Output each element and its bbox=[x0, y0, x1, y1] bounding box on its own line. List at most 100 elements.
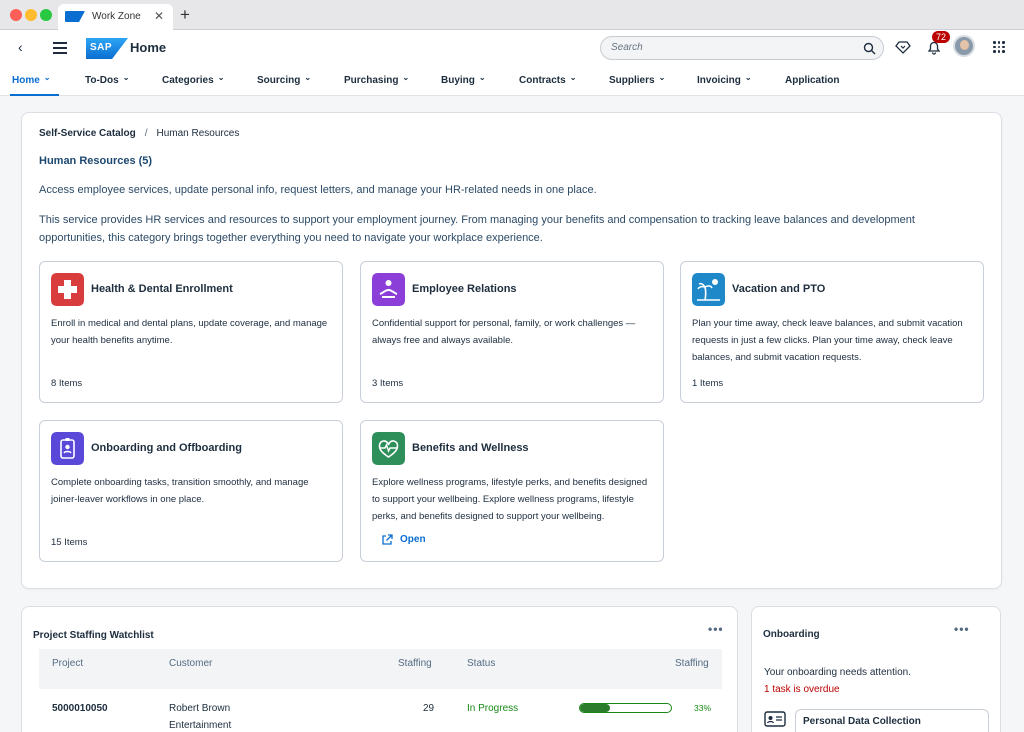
open-external-icon[interactable] bbox=[381, 534, 393, 546]
service-item-count: 1 Items bbox=[692, 378, 724, 389]
chevron-down-icon: ⌄ bbox=[658, 73, 666, 82]
column-header-customer[interactable]: Customer bbox=[169, 658, 212, 669]
column-header-project[interactable]: Project bbox=[52, 658, 83, 669]
service-description: Confidential support for personal, famil… bbox=[372, 318, 636, 346]
staffing-progress-bar bbox=[579, 703, 672, 713]
id-card-icon bbox=[764, 711, 786, 727]
nav-tab-suppliers[interactable]: Suppliers ⌄ bbox=[609, 73, 666, 86]
hamburger-menu-icon[interactable] bbox=[53, 42, 67, 54]
open-link[interactable]: Open bbox=[400, 534, 426, 545]
service-card-health-dental[interactable]: Health & Dental Enrollment Enroll in med… bbox=[39, 261, 343, 403]
progress-fill bbox=[580, 704, 611, 712]
chevron-down-icon: ⌄ bbox=[402, 73, 410, 82]
overdue-alert: 1 task is overdue bbox=[764, 684, 840, 695]
new-tab-icon[interactable]: + bbox=[180, 5, 190, 25]
nav-tab-home[interactable]: Home ⌄ bbox=[12, 73, 51, 86]
project-id: 5000010050 bbox=[52, 703, 108, 714]
service-name: Benefits and Wellness bbox=[412, 442, 529, 454]
service-name: Vacation and PTO bbox=[732, 283, 826, 295]
nav-tab-application[interactable]: Application bbox=[785, 75, 839, 86]
nav-tab-label: Invoicing bbox=[697, 75, 741, 86]
section-title: Human Resources (5) bbox=[39, 155, 153, 167]
medical-cross-icon bbox=[51, 273, 84, 306]
service-description: Complete onboarding tasks, transition sm… bbox=[51, 477, 309, 505]
card-title: Onboarding bbox=[763, 629, 820, 640]
minimize-window-dot[interactable] bbox=[25, 9, 37, 21]
onboarding-message: Your onboarding needs attention. bbox=[764, 667, 911, 678]
service-name: Employee Relations bbox=[412, 283, 517, 295]
nav-tab-categories[interactable]: Categories ⌄ bbox=[162, 73, 225, 86]
sap-logo[interactable]: SAP bbox=[86, 38, 128, 59]
search-input[interactable]: Search bbox=[600, 36, 884, 60]
column-header-status[interactable]: Status bbox=[467, 658, 495, 669]
chevron-down-icon: ⌄ bbox=[217, 73, 225, 82]
breadcrumb: Self-Service Catalog / Human Resources bbox=[39, 128, 239, 139]
onboarding-task-card[interactable]: Personal Data Collection bbox=[795, 709, 989, 732]
nav-tab-buying[interactable]: Buying ⌄ bbox=[441, 73, 486, 86]
service-description: Plan your time away, check leave balance… bbox=[692, 318, 963, 363]
project-staffing-watchlist-card: Project Staffing Watchlist ••• Project C… bbox=[21, 606, 738, 732]
catalog-card: Self-Service Catalog / Human Resources Hum… bbox=[21, 112, 1002, 589]
nav-tab-to-dos[interactable]: To-Dos ⌄ bbox=[85, 73, 129, 86]
service-description: Enroll in medical and dental plans, upda… bbox=[51, 318, 328, 346]
nav-tab-label: Suppliers bbox=[609, 75, 655, 86]
close-tab-icon[interactable]: ✕ bbox=[154, 9, 164, 23]
nav-tab-invoicing[interactable]: Invoicing ⌄ bbox=[697, 73, 752, 86]
chevron-down-icon: ⌄ bbox=[304, 73, 312, 82]
staffing-percent: 33% bbox=[694, 703, 712, 713]
status-badge: In Progress bbox=[467, 703, 519, 714]
sap-favicon-icon bbox=[65, 11, 85, 22]
user-avatar[interactable] bbox=[953, 35, 975, 57]
nav-tab-label: Purchasing bbox=[344, 75, 399, 86]
service-name: Health & Dental Enrollment bbox=[91, 283, 233, 295]
more-options-icon[interactable]: ••• bbox=[954, 622, 970, 636]
service-item-count: 8 Items bbox=[51, 378, 83, 389]
close-window-dot[interactable] bbox=[10, 9, 22, 21]
chevron-down-icon: ⌄ bbox=[744, 73, 752, 82]
nav-tab-sourcing[interactable]: Sourcing ⌄ bbox=[257, 73, 312, 86]
product-switch-icon[interactable] bbox=[993, 41, 1005, 53]
nav-tab-label: Home bbox=[12, 75, 40, 86]
section-description: This service provides HR services and re… bbox=[39, 214, 915, 244]
service-card-benefits-wellness[interactable]: Benefits and Wellness Explore wellness p… bbox=[360, 420, 664, 562]
chevron-down-icon: ⌄ bbox=[478, 73, 486, 82]
maximize-window-dot[interactable] bbox=[40, 9, 52, 21]
section-summary: Access employee services, update persona… bbox=[39, 184, 597, 196]
service-description: Explore wellness programs, lifestyle per… bbox=[372, 477, 648, 522]
chevron-down-icon: ⌄ bbox=[569, 73, 577, 82]
back-icon[interactable]: ‹ bbox=[18, 39, 23, 55]
heart-pulse-icon bbox=[372, 432, 405, 465]
nav-tab-label: Categories bbox=[162, 75, 214, 86]
active-tab-indicator bbox=[10, 94, 59, 96]
task-title: Personal Data Collection bbox=[803, 716, 921, 727]
search-icon[interactable] bbox=[863, 42, 876, 55]
breadcrumb-current: Human Resources bbox=[156, 128, 240, 139]
palm-tree-sun-icon bbox=[692, 273, 725, 306]
column-header-staffing-progress[interactable]: Staffing bbox=[675, 658, 709, 669]
nav-tab-label: Application bbox=[785, 75, 840, 86]
nav-tab-label: Sourcing bbox=[257, 75, 301, 86]
notification-count-badge: 72 bbox=[932, 31, 951, 43]
joule-diamond-icon[interactable] bbox=[894, 38, 912, 56]
column-header-staffing[interactable]: Staffing bbox=[398, 658, 432, 669]
top-navigation: Home ⌄ To-Dos ⌄ Categories ⌄ Sourcing ⌄ Purchasi… bbox=[0, 66, 1024, 96]
nav-tab-purchasing[interactable]: Purchasing ⌄ bbox=[344, 73, 410, 86]
breadcrumb-root-link[interactable]: Self-Service Catalog bbox=[39, 128, 136, 139]
chevron-down-icon: ⌄ bbox=[43, 73, 51, 82]
service-card-employee-relations[interactable]: Employee Relations Confidential support … bbox=[360, 261, 664, 403]
nav-tab-label: Contracts bbox=[519, 75, 566, 86]
browser-tab[interactable]: Work Zone ✕ bbox=[58, 4, 173, 30]
table-header bbox=[39, 649, 722, 689]
customer-name: Robert Brown bbox=[169, 703, 231, 714]
search-placeholder: Search bbox=[611, 42, 643, 53]
shell-bar: ‹ SAP Home Search 72 bbox=[0, 30, 1024, 66]
onboarding-card: Onboarding ••• Your onboarding needs att… bbox=[751, 606, 1001, 732]
nav-tab-label: To-Dos bbox=[85, 75, 119, 86]
customer-name-line2: Entertainment bbox=[169, 720, 232, 731]
shell-title: Home bbox=[130, 40, 167, 55]
service-card-vacation-pto[interactable]: Vacation and PTO Plan your time away, ch… bbox=[680, 261, 984, 403]
nav-tab-contracts[interactable]: Contracts ⌄ bbox=[519, 73, 577, 86]
browser-chrome: Work Zone ✕ + bbox=[0, 0, 1024, 30]
service-card-onboarding-offboarding[interactable]: Onboarding and Offboarding Complete onbo… bbox=[39, 420, 343, 562]
more-options-icon[interactable]: ••• bbox=[708, 622, 724, 636]
